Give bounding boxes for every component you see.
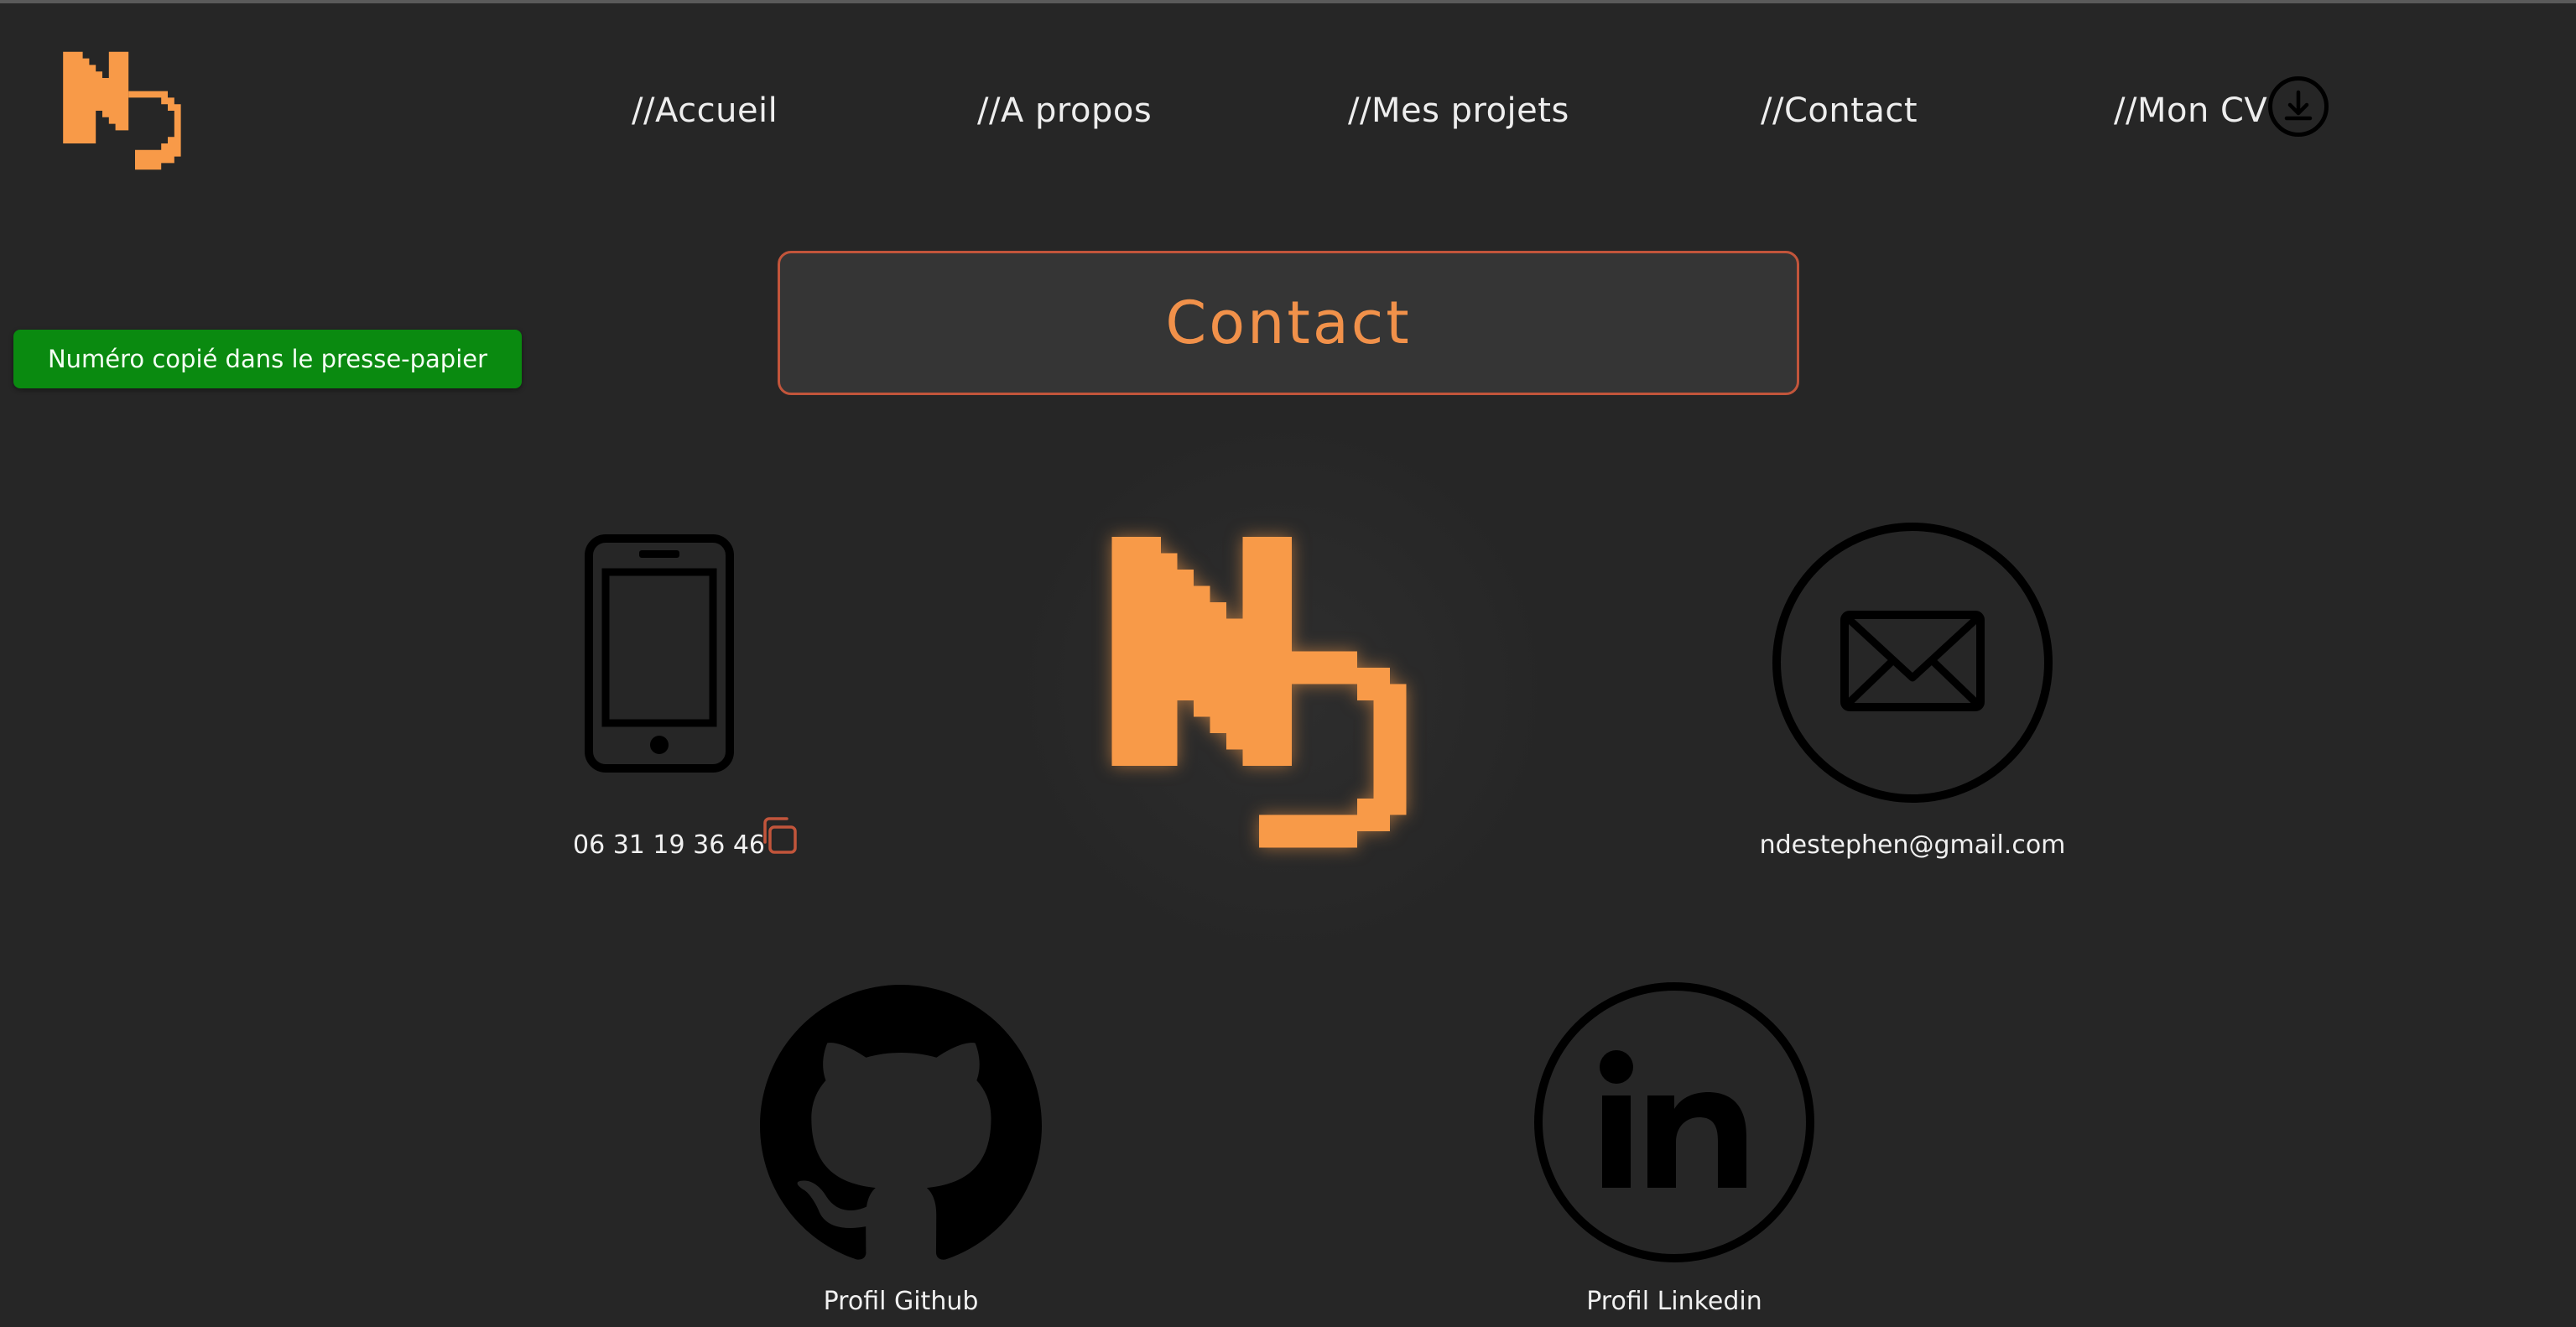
nav-item-mes-projets[interactable]: //Mes projets	[1348, 84, 1569, 138]
phone-icon	[585, 534, 734, 773]
copy-toast: Numéro copié dans le presse-papier	[13, 330, 522, 388]
copy-icon[interactable]	[758, 815, 799, 856]
logo-nd-large-icon	[1111, 537, 1407, 848]
github-icon[interactable]	[760, 985, 1042, 1267]
page-title: Contact	[1165, 289, 1412, 357]
download-icon	[2284, 90, 2313, 121]
logo-nd-icon[interactable]	[55, 45, 215, 176]
email-address[interactable]: ndestephen@gmail.com	[1711, 827, 2114, 864]
linkedin-icon[interactable]	[1533, 981, 1815, 1263]
nav-item-a-propos[interactable]: //A propos	[977, 84, 1152, 138]
download-cv-button[interactable]	[2268, 76, 2329, 137]
nav-item-accueil[interactable]: //Accueil	[632, 84, 778, 138]
phone-number: 06 31 19 36 46	[573, 830, 766, 860]
github-profile-link[interactable]: Profil Github	[733, 1283, 1069, 1320]
top-border	[0, 0, 2576, 3]
mail-icon[interactable]	[1772, 522, 2053, 804]
nav-item-contact[interactable]: //Contact	[1761, 84, 1918, 138]
linkedin-profile-link[interactable]: Profil Linkedin	[1507, 1283, 1842, 1320]
nav-item-mon-cv[interactable]: //Mon CV	[2114, 84, 2267, 138]
page-title-box: Contact	[778, 251, 1799, 395]
